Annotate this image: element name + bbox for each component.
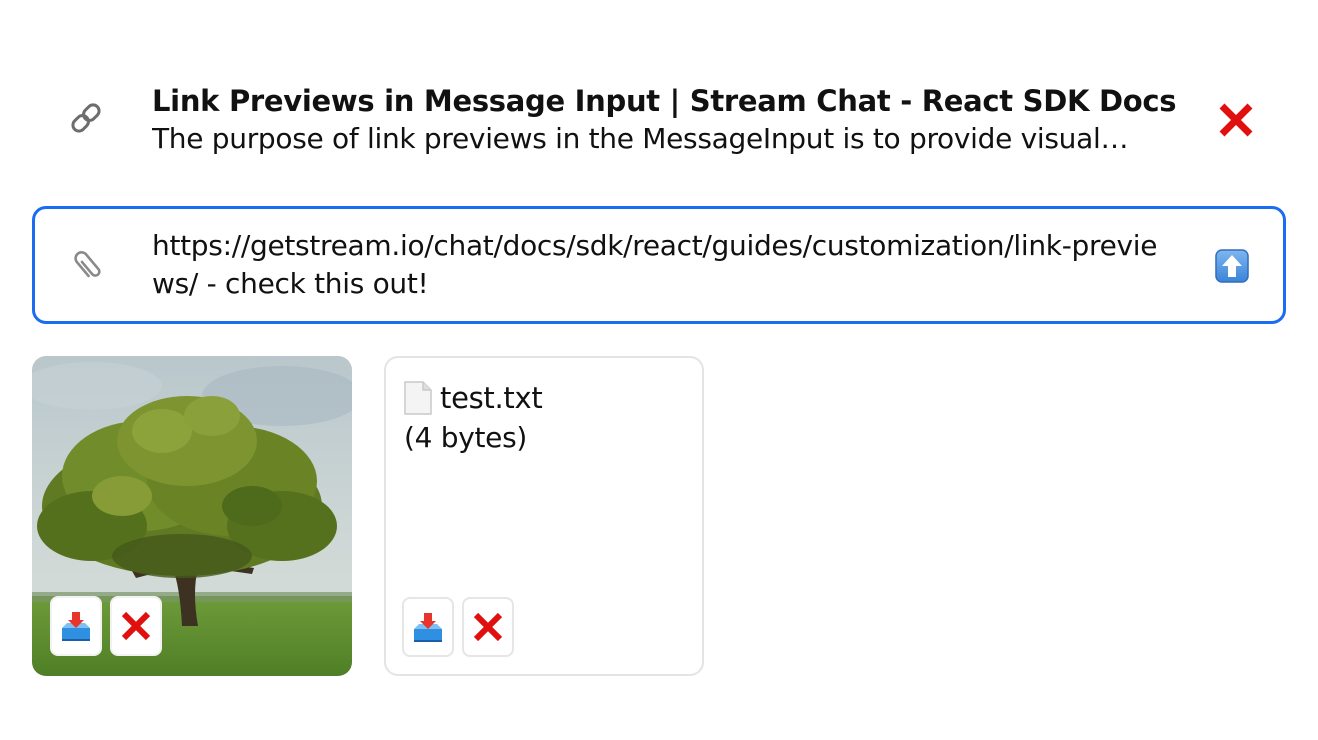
link-preview-title: Link Previews in Message Input | Stream …	[152, 84, 1177, 118]
close-x-icon	[121, 611, 151, 641]
link-preview: Link Previews in Message Input | Stream …	[32, 70, 1286, 174]
link-icon	[68, 100, 104, 136]
dismiss-link-preview-button[interactable]	[1216, 100, 1256, 140]
close-x-icon	[473, 612, 503, 642]
download-file-button[interactable]	[402, 597, 454, 657]
download-tray-icon	[62, 612, 90, 641]
download-tray-icon	[414, 613, 442, 642]
image-attachment[interactable]	[32, 356, 352, 676]
file-info: test.txt (4 bytes)	[404, 378, 543, 458]
close-x-icon	[1219, 103, 1253, 137]
file-name: test.txt	[440, 381, 543, 415]
file-attachment-actions	[402, 597, 514, 657]
image-attachment-actions	[50, 596, 162, 656]
send-button[interactable]	[1215, 249, 1249, 283]
attach-file-button[interactable]	[69, 247, 107, 285]
file-attachment[interactable]: test.txt (4 bytes)	[384, 356, 704, 676]
download-image-button[interactable]	[50, 596, 102, 656]
link-preview-description: The purpose of link previews in the Mess…	[152, 122, 1129, 155]
document-icon	[404, 381, 432, 415]
message-text[interactable]: https://getstream.io/chat/docs/sdk/react…	[152, 227, 1172, 303]
remove-file-button[interactable]	[462, 597, 514, 657]
paperclip-icon	[74, 251, 101, 278]
remove-image-button[interactable]	[110, 596, 162, 656]
message-input[interactable]: https://getstream.io/chat/docs/sdk/react…	[32, 206, 1286, 324]
file-size: (4 bytes)	[404, 421, 527, 454]
file-name-row: test.txt	[404, 378, 543, 418]
message-composer-area: Link Previews in Message Input | Stream …	[0, 0, 1318, 740]
link-preview-text: Link Previews in Message Input | Stream …	[152, 82, 1192, 158]
up-arrow-icon	[1215, 249, 1249, 283]
